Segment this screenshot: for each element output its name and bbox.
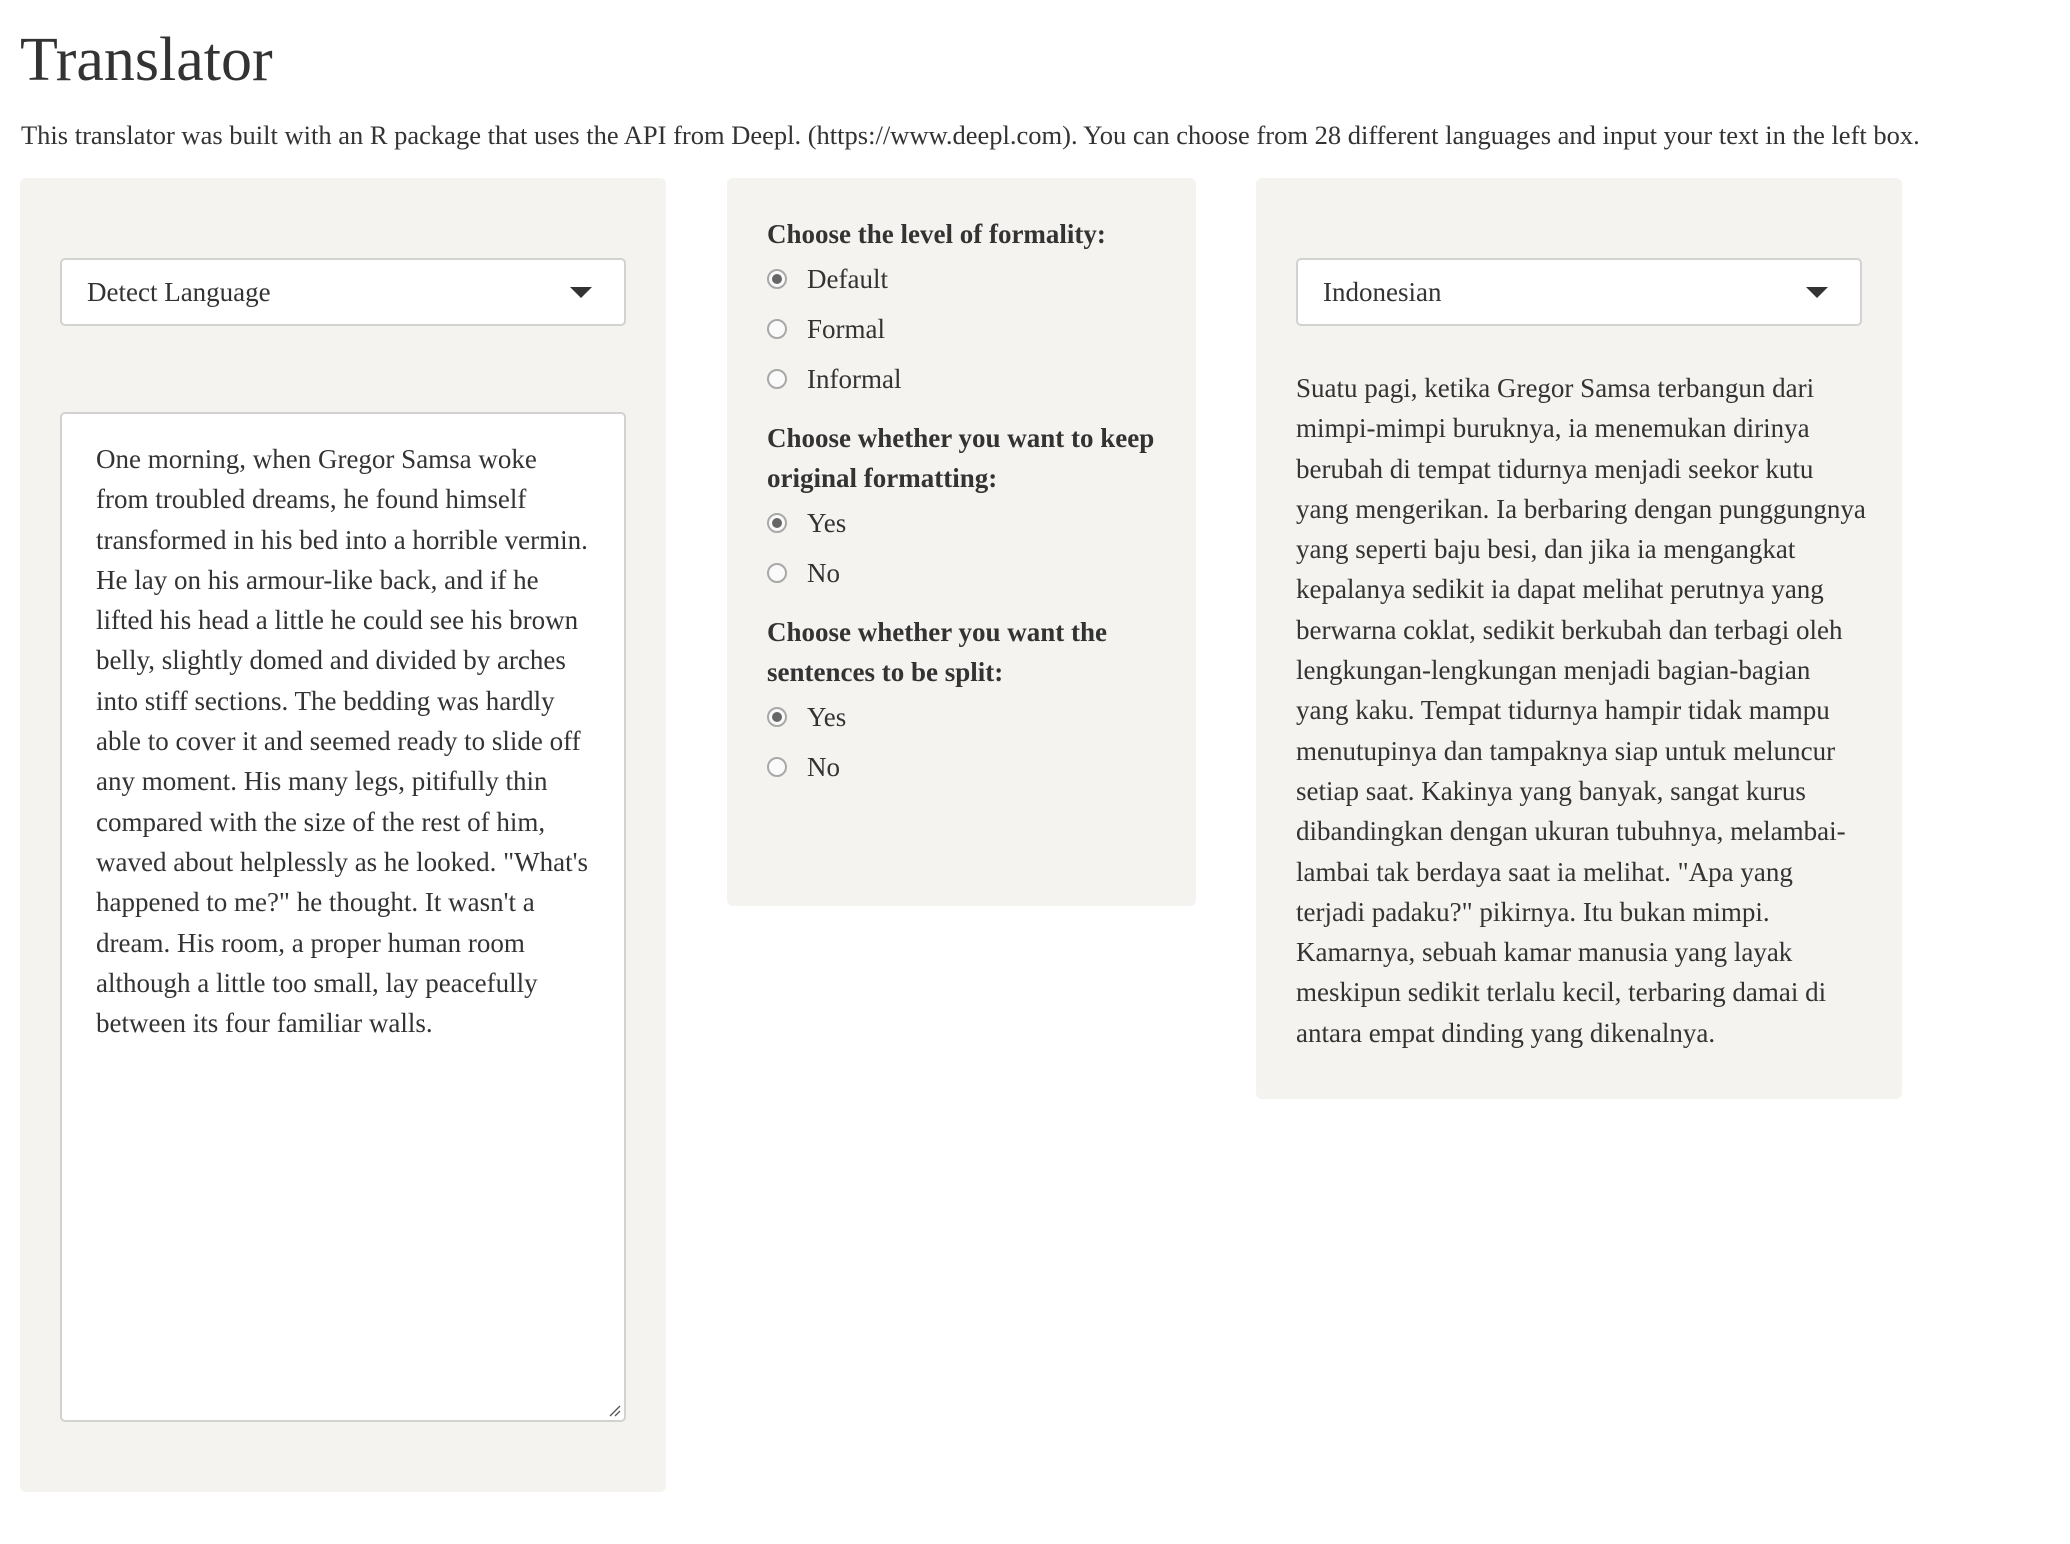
radio-checked-icon[interactable] (767, 707, 787, 727)
page-title: Translator (20, 26, 273, 94)
radio-unchecked-icon[interactable] (767, 369, 787, 389)
source-language-value: Detect Language (87, 277, 271, 307)
formatting-label: Choose whether you want to keep original… (767, 423, 1155, 493)
resize-grip-icon[interactable] (607, 1403, 621, 1417)
radio-checked-icon[interactable] (767, 269, 787, 289)
options-panel: Choose the level of formality: Default F… (727, 178, 1196, 906)
chevron-down-icon (570, 287, 592, 298)
radio-checked-icon[interactable] (767, 513, 787, 533)
radio-label: Default (807, 264, 888, 294)
formality-label: Choose the level of formality: (767, 219, 1106, 249)
target-language-select[interactable]: Indonesian (1296, 258, 1862, 326)
radio-label: Formal (807, 314, 885, 344)
radio-label: No (807, 558, 840, 588)
source-language-select[interactable]: Detect Language (60, 258, 626, 326)
formality-option-default[interactable]: Default (767, 254, 1177, 304)
radio-unchecked-icon[interactable] (767, 563, 787, 583)
radio-label: Yes (807, 508, 847, 538)
radio-label: Yes (807, 702, 847, 732)
target-panel: Indonesian Suatu pagi, ketika Gregor Sam… (1256, 178, 1902, 1099)
formatting-option-yes[interactable]: Yes (767, 498, 1177, 548)
source-text: One morning, when Gregor Samsa woke from… (96, 444, 589, 1039)
intro-text: This translator was built with an R pack… (21, 120, 1920, 150)
split-option-yes[interactable]: Yes (767, 692, 1177, 742)
radio-label: No (807, 752, 840, 782)
radio-label: Informal (807, 364, 902, 394)
split-option-no[interactable]: No (767, 742, 1177, 792)
chevron-down-icon (1806, 287, 1828, 298)
radio-unchecked-icon[interactable] (767, 757, 787, 777)
target-language-value: Indonesian (1323, 277, 1442, 307)
translated-text: Suatu pagi, ketika Gregor Samsa terbangu… (1296, 373, 1866, 1048)
formatting-option-no[interactable]: No (767, 548, 1177, 598)
source-panel: Detect Language One morning, when Gregor… (20, 178, 666, 1492)
formality-option-formal[interactable]: Formal (767, 304, 1177, 354)
source-text-input[interactable]: One morning, when Gregor Samsa woke from… (60, 412, 626, 1422)
split-label: Choose whether you want the sentences to… (767, 617, 1108, 687)
formality-option-informal[interactable]: Informal (767, 354, 1177, 404)
radio-unchecked-icon[interactable] (767, 319, 787, 339)
